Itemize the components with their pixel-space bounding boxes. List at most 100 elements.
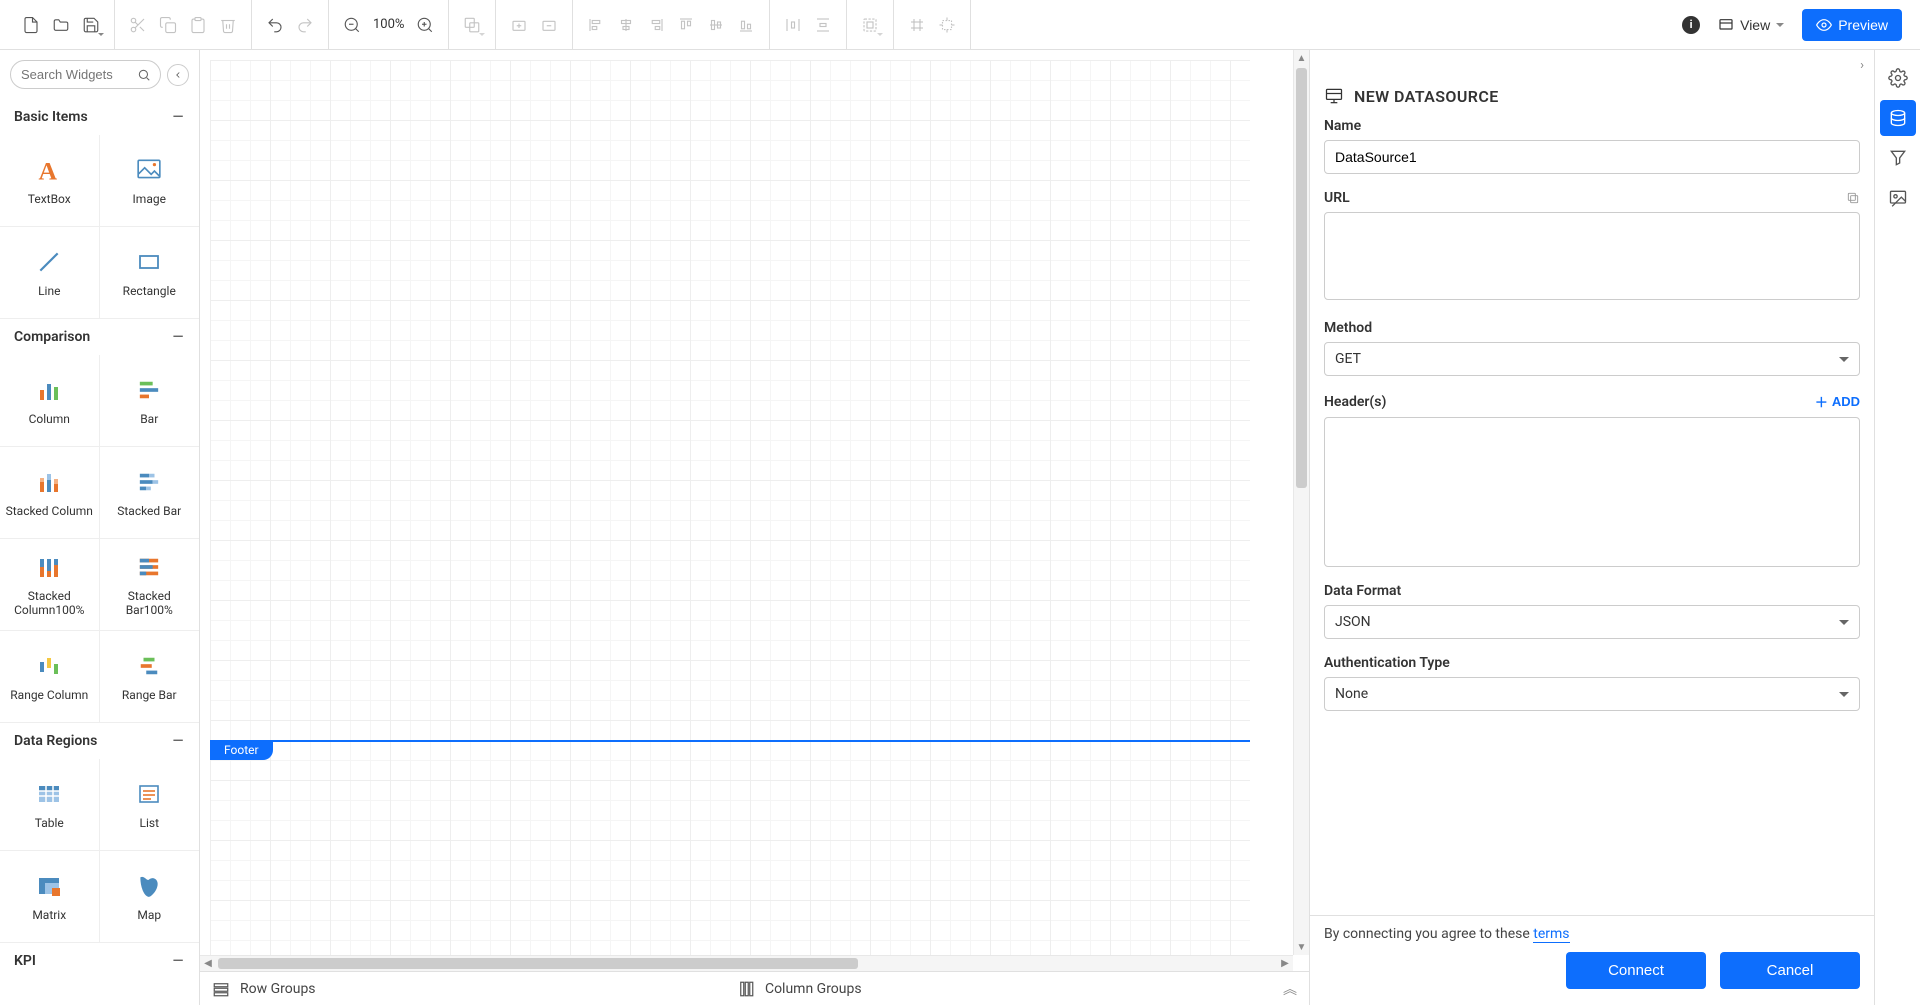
rail-data-button[interactable] [1880, 100, 1916, 136]
widget-map[interactable]: Map [100, 851, 200, 943]
preview-label: Preview [1838, 17, 1888, 33]
group-button[interactable] [855, 10, 885, 40]
scrollbar-vertical[interactable]: ▲ ▼ [1293, 50, 1309, 955]
top-toolbar: 100% i [0, 0, 1920, 50]
info-icon[interactable]: i [1682, 16, 1700, 34]
view-label: View [1740, 17, 1770, 33]
row-groups-icon [212, 980, 230, 998]
zoom-level: 100% [367, 17, 410, 32]
align-bottom-button[interactable] [731, 10, 761, 40]
breadcrumb-forward-icon[interactable]: › [1860, 58, 1864, 73]
section-data-regions[interactable]: Data Regions — [0, 723, 199, 759]
widget-stacked-column-100[interactable]: Stacked Column100% [0, 539, 100, 631]
datasource-icon [1324, 86, 1344, 106]
name-input[interactable] [1324, 140, 1860, 174]
footer-divider[interactable] [210, 740, 1250, 742]
align-middle-button[interactable] [701, 10, 731, 40]
size-increase-button[interactable] [504, 10, 534, 40]
auth-type-select[interactable]: None [1324, 677, 1860, 711]
order-button[interactable] [457, 10, 487, 40]
cancel-button[interactable]: Cancel [1720, 952, 1860, 989]
delete-button[interactable] [213, 10, 243, 40]
copy-icon[interactable] [1846, 191, 1860, 205]
rail-image-manager-button[interactable] [1880, 180, 1916, 216]
section-title: Basic Items [14, 109, 88, 125]
connect-button[interactable]: Connect [1566, 952, 1706, 989]
section-comparison[interactable]: Comparison — [0, 319, 199, 355]
groups-bar: Row Groups Column Groups ︽ [200, 971, 1309, 1005]
method-select[interactable]: GET [1324, 342, 1860, 376]
scrollbar-horizontal[interactable]: ◀ ▶ [200, 955, 1293, 971]
add-header-button[interactable]: ＋ ADD [1815, 392, 1860, 411]
headers-label: Header(s) [1324, 394, 1386, 410]
minus-icon: — [171, 734, 185, 748]
footer-tag[interactable]: Footer [210, 740, 273, 760]
new-file-button[interactable] [16, 10, 46, 40]
widget-list[interactable]: List [100, 759, 200, 851]
widget-bar[interactable]: Bar [100, 355, 200, 447]
widget-image[interactable]: Image [100, 135, 200, 227]
rail-properties-button[interactable] [1880, 60, 1916, 96]
rail-parameters-button[interactable] [1880, 140, 1916, 176]
widget-sidebar: Basic Items — A TextBox Image Line [0, 50, 200, 1005]
widget-range-bar[interactable]: Range Bar [100, 631, 200, 723]
preview-button[interactable]: Preview [1802, 9, 1902, 41]
method-label: Method [1324, 320, 1860, 336]
widget-stacked-bar[interactable]: Stacked Bar [100, 447, 200, 539]
zoom-in-button[interactable] [410, 10, 440, 40]
view-menu-button[interactable]: View [1710, 11, 1792, 39]
widget-column[interactable]: Column [0, 355, 100, 447]
save-button[interactable] [76, 10, 106, 40]
distribute-h-button[interactable] [778, 10, 808, 40]
search-icon [137, 68, 151, 82]
paste-button[interactable] [183, 10, 213, 40]
widget-matrix[interactable]: Matrix [0, 851, 100, 943]
section-basic-items[interactable]: Basic Items — [0, 99, 199, 135]
datasource-panel: › NEW DATASOURCE Name URL [1309, 50, 1874, 1005]
minus-icon: — [171, 110, 185, 124]
terms-link[interactable]: terms [1533, 926, 1569, 943]
widget-stacked-column[interactable]: Stacked Column [0, 447, 100, 539]
align-left-button[interactable] [581, 10, 611, 40]
size-decrease-button[interactable] [534, 10, 564, 40]
widget-range-column[interactable]: Range Column [0, 631, 100, 723]
row-groups-label[interactable]: Row Groups [240, 981, 316, 997]
minus-icon: — [171, 330, 185, 344]
auth-type-label: Authentication Type [1324, 655, 1860, 671]
sidebar-collapse-button[interactable] [167, 64, 189, 86]
zoom-out-button[interactable] [337, 10, 367, 40]
widget-textbox[interactable]: A TextBox [0, 135, 100, 227]
align-center-button[interactable] [611, 10, 641, 40]
plus-icon: ＋ [1815, 392, 1828, 411]
cut-button[interactable] [123, 10, 153, 40]
data-format-select[interactable]: JSON [1324, 605, 1860, 639]
section-kpi[interactable]: KPI — [0, 943, 199, 979]
snap-shape-button[interactable] [932, 10, 962, 40]
distribute-v-button[interactable] [808, 10, 838, 40]
headers-box[interactable] [1324, 417, 1860, 567]
terms-text: By connecting you agree to these terms [1324, 926, 1860, 942]
column-groups-icon [737, 980, 755, 998]
copy-button[interactable] [153, 10, 183, 40]
name-label: Name [1324, 118, 1860, 134]
data-format-label: Data Format [1324, 583, 1860, 599]
widget-line[interactable]: Line [0, 227, 100, 319]
open-folder-button[interactable] [46, 10, 76, 40]
align-top-button[interactable] [671, 10, 701, 40]
canvas-scroll[interactable]: Footer ▲ ▼ ◀ ▶ [200, 50, 1309, 971]
minus-icon: — [171, 954, 185, 968]
url-textarea[interactable] [1324, 212, 1860, 300]
column-groups-label[interactable]: Column Groups [765, 981, 862, 997]
redo-button[interactable] [290, 10, 320, 40]
widget-stacked-bar-100[interactable]: Stacked Bar100% [100, 539, 200, 631]
groups-collapse-icon[interactable]: ︽ [1283, 979, 1297, 999]
widget-table[interactable]: Table [0, 759, 100, 851]
right-rail [1874, 50, 1920, 1005]
align-right-button[interactable] [641, 10, 671, 40]
design-canvas[interactable] [210, 60, 1250, 960]
panel-title: NEW DATASOURCE [1354, 87, 1499, 106]
undo-button[interactable] [260, 10, 290, 40]
widget-rectangle[interactable]: Rectangle [100, 227, 200, 319]
snap-grid-button[interactable] [902, 10, 932, 40]
svg-text:A: A [39, 156, 58, 184]
